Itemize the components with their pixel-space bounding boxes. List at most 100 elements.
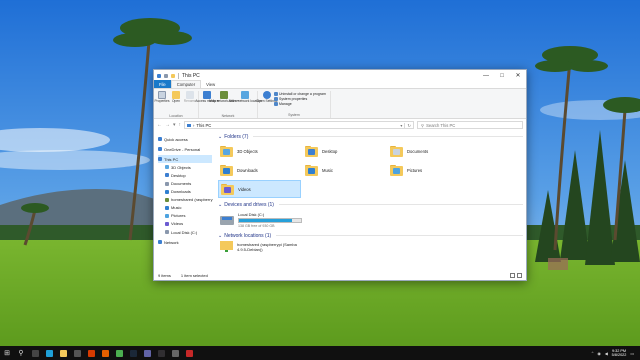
nav-item[interactable]: Music	[158, 204, 214, 212]
nav-item[interactable]: 3D Objects	[158, 163, 214, 171]
store-taskbar-button[interactable]	[70, 346, 84, 360]
up-button[interactable]: ↑	[179, 122, 182, 128]
address-bar[interactable]: › This PC ▾ ↻	[184, 121, 414, 129]
uninstall-program-button[interactable]: Uninstall or change a program	[274, 92, 326, 96]
section-header-drives[interactable]: ⌄ Devices and drives (1)	[218, 201, 523, 208]
folder-item[interactable]: Videos	[218, 180, 301, 198]
video-icon	[165, 221, 169, 226]
folder-label: Videos	[238, 186, 251, 192]
chrome-taskbar-button[interactable]	[112, 346, 126, 360]
nav-item[interactable]: Downloads	[158, 188, 214, 196]
system-group-label: System	[288, 113, 300, 117]
properties-button[interactable]: Properties	[154, 91, 170, 111]
nav-item[interactable]: OneDrive - Personal	[158, 145, 214, 153]
nav-item[interactable]: This PC	[158, 155, 212, 164]
uninstall-icon	[274, 92, 278, 96]
properties-quick-icon[interactable]	[164, 73, 168, 78]
tab-computer[interactable]: Computer	[170, 80, 202, 88]
folder-item[interactable]: Documents	[388, 142, 473, 160]
file-explorer-taskbar-button[interactable]	[56, 346, 70, 360]
start-button[interactable]: ⊞	[0, 346, 14, 360]
nav-item[interactable]: Quick access	[158, 135, 214, 143]
obs-icon	[157, 349, 165, 357]
refresh-button[interactable]: ↻	[404, 122, 413, 128]
nav-item[interactable]: Pictures	[158, 212, 214, 220]
folder-item[interactable]: Downloads	[218, 161, 303, 179]
notifications-icon[interactable]: ▭	[630, 351, 634, 356]
clock[interactable]: 9:32 PM 5/8/2022	[612, 349, 627, 358]
show-hidden-icons-icon[interactable]: ^	[592, 351, 594, 355]
steam-taskbar-button[interactable]	[126, 346, 140, 360]
system-commands: Uninstall or change a program System pro…	[274, 91, 326, 106]
folder-label: Pictures	[407, 167, 423, 173]
music-icon	[165, 205, 169, 210]
nav-item[interactable]: Local Disk (C:)	[158, 228, 214, 236]
system-properties-button[interactable]: System properties	[274, 97, 326, 101]
address-bar-row: ← → ▾ ↑ › This PC ▾ ↻ ⚲ Search This PC	[154, 119, 526, 131]
nav-item[interactable]: Videos	[158, 220, 214, 228]
maximize-button[interactable]: □	[494, 70, 510, 81]
chevron-down-icon: ⌄	[218, 232, 223, 239]
section-header-folders[interactable]: ⌄ Folders (7)	[218, 133, 523, 140]
content-pane: ⌄ Folders (7) 3D Objects Desktop Documents…	[214, 131, 526, 261]
nav-item-label: Videos	[171, 221, 184, 227]
tab-view[interactable]: View	[201, 80, 220, 88]
section-header-network[interactable]: ⌄ Network locations (1)	[218, 232, 523, 239]
path-segment-this-pc[interactable]: This PC	[196, 123, 211, 128]
folder-label: Downloads	[237, 167, 258, 173]
new-folder-quick-icon[interactable]	[171, 73, 175, 78]
minimize-button[interactable]: —	[478, 70, 494, 81]
address-dropdown-button[interactable]: ▾	[400, 123, 402, 128]
details-view-icon[interactable]	[510, 272, 515, 278]
folder-item[interactable]: Desktop	[303, 142, 388, 160]
office-taskbar-button[interactable]	[84, 346, 98, 360]
nav-item-label: Pictures	[171, 213, 186, 219]
forward-button[interactable]: →	[165, 122, 170, 128]
nav-item[interactable]: Documents	[158, 179, 214, 187]
back-button[interactable]: ←	[157, 122, 162, 128]
network-section-label: Network locations (1)	[224, 232, 272, 239]
folders-section-label: Folders (7)	[224, 133, 249, 140]
teams-taskbar-button[interactable]	[140, 346, 154, 360]
search-button[interactable]: ⚲	[14, 346, 28, 360]
nav-item[interactable]: Desktop	[158, 171, 214, 179]
tab-file[interactable]: File	[154, 80, 171, 88]
folder-item[interactable]: Music	[303, 161, 388, 179]
properties-label: Properties	[154, 99, 170, 103]
edge-taskbar-button[interactable]	[42, 346, 56, 360]
store-icon	[73, 349, 81, 357]
open-button[interactable]: Open	[170, 91, 182, 111]
window-title: This PC	[182, 72, 200, 79]
volume-icon[interactable]: ◀	[605, 351, 608, 356]
network-location-item[interactable]: homeshared (raspberrypi (Samba 4.9.5-Deb…	[218, 241, 523, 252]
videos-folder-icon	[221, 183, 234, 195]
recent-locations-button[interactable]: ▾	[173, 122, 176, 128]
network-folder-icon	[220, 241, 233, 252]
media-icon	[203, 91, 211, 99]
nav-item-label: Network	[164, 239, 179, 245]
path-separator: ›	[193, 122, 195, 128]
add-network-location-button[interactable]: Add a network location	[228, 91, 262, 111]
folder-item[interactable]: 3D Objects	[218, 142, 303, 160]
settings-taskbar-button[interactable]	[168, 346, 182, 360]
nav-item[interactable]: Network	[158, 238, 214, 246]
folder-item[interactable]: Pictures	[388, 161, 473, 179]
manage-button[interactable]: Manage	[274, 102, 326, 106]
drive-item-local-disk[interactable]: Local Disk (C:) 138 GB free of 930 GB	[218, 210, 523, 230]
nav-item[interactable]: homeshared (raspberry	[158, 196, 214, 204]
firefox-taskbar-button[interactable]	[98, 346, 112, 360]
open-settings-button[interactable]: Open Settings	[257, 91, 277, 104]
rename-button[interactable]: Rename	[184, 91, 196, 111]
large-icons-view-icon[interactable]	[517, 272, 522, 278]
task-view-taskbar-button[interactable]	[28, 346, 42, 360]
close-button[interactable]: ✕	[510, 70, 526, 81]
search-input[interactable]: ⚲ Search This PC	[417, 121, 523, 129]
obs-taskbar-button[interactable]	[154, 346, 168, 360]
recorder-taskbar-button[interactable]	[182, 346, 196, 360]
search-placeholder: Search This PC	[426, 122, 456, 128]
network-status-icon[interactable]: ◉	[597, 351, 600, 356]
computer-icon	[158, 157, 162, 162]
recorder-icon	[185, 349, 193, 357]
folder-label: Desktop	[322, 148, 338, 154]
view-toggles	[510, 272, 526, 278]
